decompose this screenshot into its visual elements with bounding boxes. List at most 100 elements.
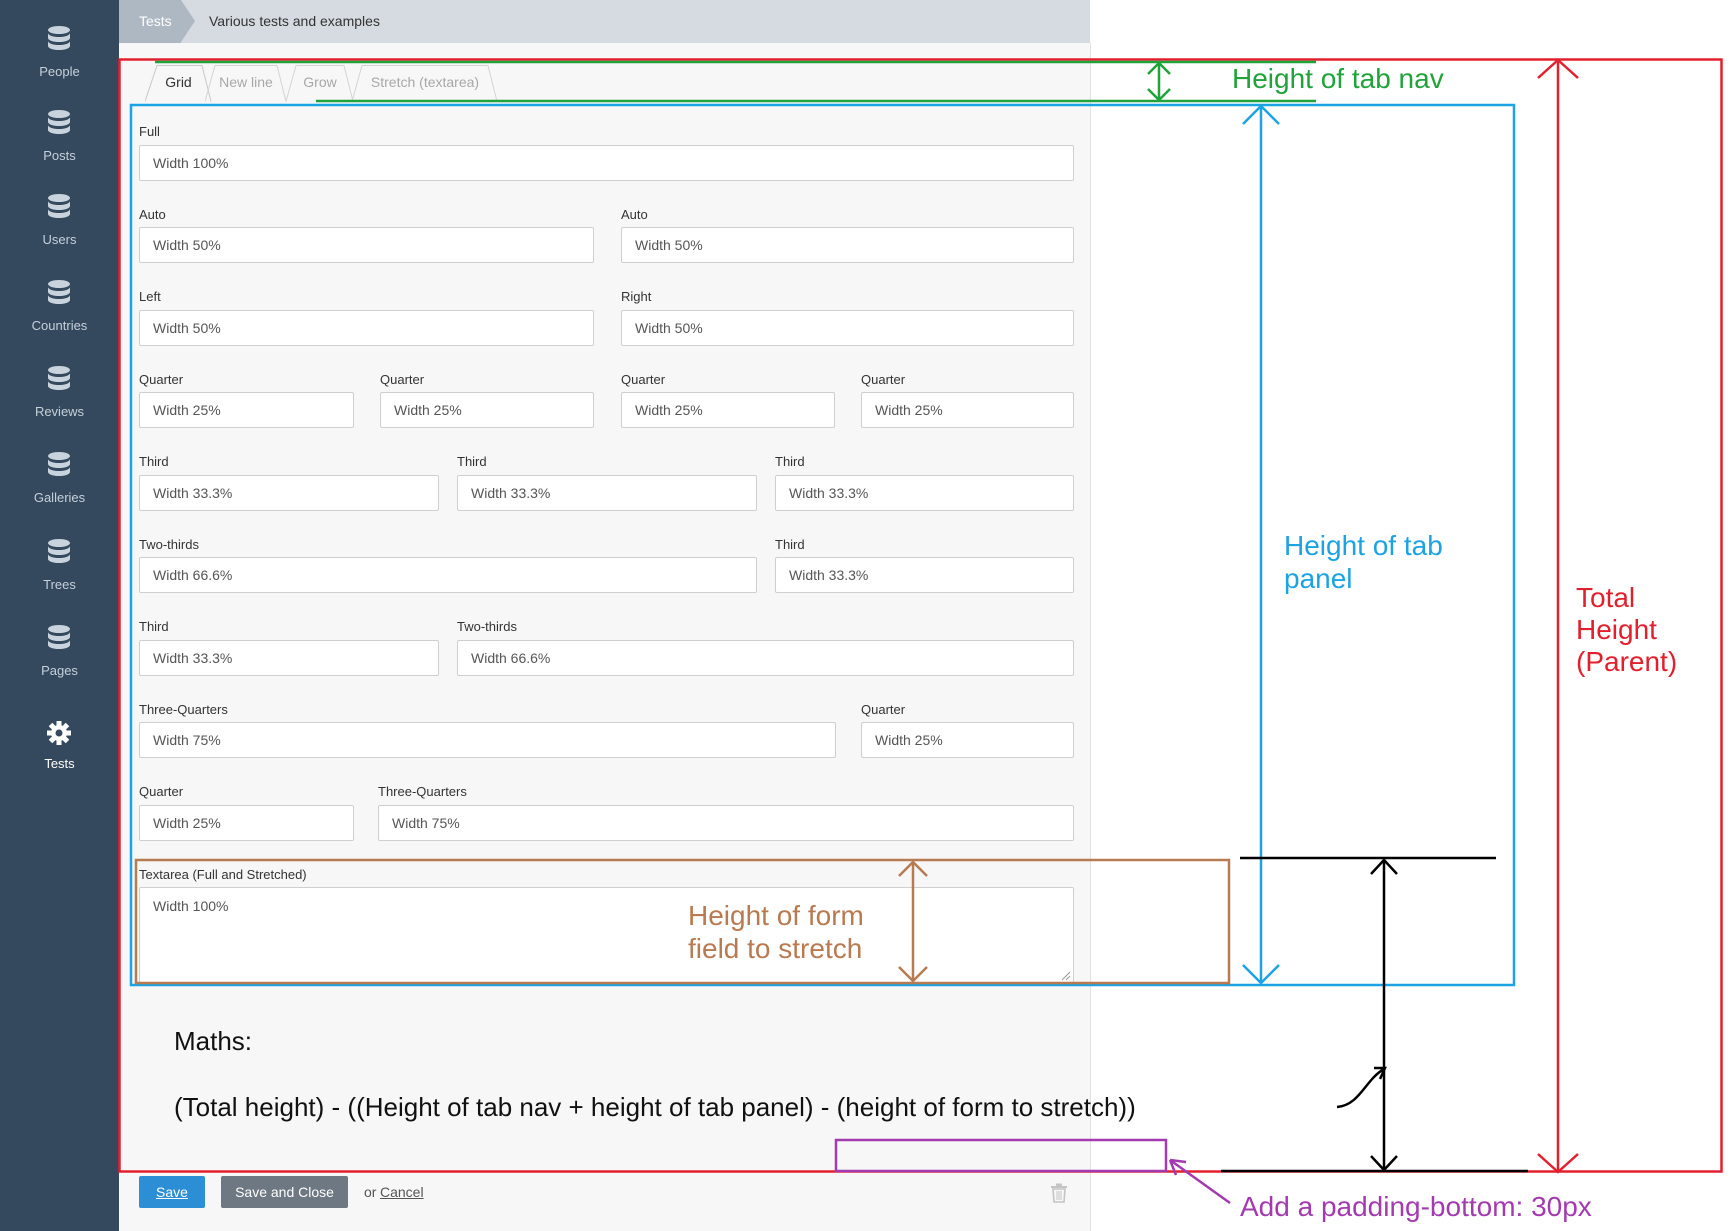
field-label: Left xyxy=(139,289,161,304)
database-icon xyxy=(48,539,70,563)
sidebar-item-posts[interactable]: Posts xyxy=(0,108,119,194)
third-input-3[interactable] xyxy=(775,475,1074,511)
third-input-5[interactable] xyxy=(139,640,439,676)
third-input-4[interactable] xyxy=(775,557,1074,593)
database-icon xyxy=(48,26,70,50)
field-label: Third xyxy=(457,454,487,469)
field-label: Third xyxy=(775,454,805,469)
divider xyxy=(1090,43,1091,1231)
third-input-1[interactable] xyxy=(139,475,439,511)
field-label: Third xyxy=(775,537,805,552)
sidebar: People Posts Users Countries Reviews Gal… xyxy=(0,0,119,1231)
or-text: or xyxy=(364,1184,377,1200)
tab-new-line[interactable]: New line xyxy=(205,64,287,102)
sidebar-item-tests[interactable]: Tests xyxy=(0,716,119,802)
tab-grid[interactable]: Grid xyxy=(145,64,212,102)
field-label: Quarter xyxy=(621,372,666,387)
field-label: Right xyxy=(621,289,652,304)
field-label: Auto xyxy=(621,207,648,222)
tab-panel-annotation-line1: Height of tab xyxy=(1284,530,1443,561)
left-input[interactable] xyxy=(139,310,594,346)
field-label: Two-thirds xyxy=(457,619,517,634)
trash-icon[interactable] xyxy=(1050,1183,1068,1203)
database-icon xyxy=(48,194,70,218)
sidebar-item-label: Tests xyxy=(44,756,75,771)
field-label: Quarter xyxy=(861,702,906,717)
two-thirds-input-2[interactable] xyxy=(457,640,1074,676)
sidebar-item-galleries[interactable]: Galleries xyxy=(0,450,119,536)
resize-handle-icon[interactable] xyxy=(1061,971,1071,981)
sidebar-item-pages[interactable]: Pages xyxy=(0,623,119,709)
database-icon xyxy=(48,280,70,304)
sidebar-item-label: Pages xyxy=(41,663,78,678)
form-field-annotation-line2: field to stretch xyxy=(688,933,863,964)
form-field-annotation-line1: Height of form xyxy=(688,900,864,931)
breadcrumb-item-current: Various tests and examples xyxy=(209,13,380,29)
database-icon xyxy=(48,110,70,134)
tab-grow[interactable]: Grow xyxy=(286,64,354,102)
sidebar-item-trees[interactable]: Trees xyxy=(0,537,119,623)
sidebar-item-label: Users xyxy=(42,232,77,247)
quarter-input-6[interactable] xyxy=(139,805,354,841)
form-area xyxy=(119,43,1090,1231)
quarter-input-1[interactable] xyxy=(139,392,354,428)
padding-pointer xyxy=(1169,1158,1231,1205)
database-icon xyxy=(48,366,70,390)
cancel-link[interactable]: Cancel xyxy=(380,1184,424,1200)
three-quarters-input-2[interactable] xyxy=(378,805,1074,841)
field-label: Third xyxy=(139,619,169,634)
tab-label: New line xyxy=(219,74,273,90)
sidebar-item-users[interactable]: Users xyxy=(0,192,119,278)
quarter-input-4[interactable] xyxy=(861,392,1074,428)
field-label: Third xyxy=(139,454,169,469)
total-annotation-line1: Total xyxy=(1576,582,1636,613)
sidebar-item-label: Trees xyxy=(43,577,76,592)
stretched-textarea[interactable]: Width 100% xyxy=(139,887,1074,983)
full-width-input[interactable] xyxy=(139,145,1074,181)
field-label: Two-thirds xyxy=(139,537,199,552)
quarter-input-5[interactable] xyxy=(861,722,1074,758)
sidebar-item-label: People xyxy=(39,64,80,79)
maths-formula: (Total height) - ((Height of tab nav + h… xyxy=(174,1092,1136,1122)
sidebar-item-label: Countries xyxy=(31,318,88,333)
database-icon xyxy=(48,452,70,476)
field-label: Three-Quarters xyxy=(139,702,228,717)
breadcrumb-item-tests[interactable]: Tests xyxy=(119,0,181,43)
field-label: Three-Quarters xyxy=(378,784,467,799)
auto-input-1[interactable] xyxy=(139,227,594,263)
two-thirds-input-1[interactable] xyxy=(139,557,757,593)
sidebar-item-countries[interactable]: Countries xyxy=(0,278,119,364)
field-label: Quarter xyxy=(861,372,906,387)
save-button[interactable]: Save xyxy=(139,1176,205,1208)
right-input[interactable] xyxy=(621,310,1074,346)
tab-label: Stretch (textarea) xyxy=(370,74,480,90)
quarter-input-2[interactable] xyxy=(380,392,594,428)
padding-annotation: Add a padding-bottom: 30px xyxy=(1240,1191,1592,1222)
sidebar-item-label: Posts xyxy=(43,148,76,163)
gear-icon xyxy=(47,721,71,745)
formula-pointer xyxy=(1336,1067,1385,1109)
auto-input-2[interactable] xyxy=(621,227,1074,263)
tab-panel-annotation-line2: panel xyxy=(1284,563,1353,594)
tab-label: Grid xyxy=(165,74,192,90)
sidebar-item-label: Galleries xyxy=(33,490,86,505)
maths-title: Maths: xyxy=(174,1026,253,1056)
third-input-2[interactable] xyxy=(457,475,757,511)
field-label: Textarea (Full and Stretched) xyxy=(139,867,307,882)
three-quarters-input-1[interactable] xyxy=(139,722,836,758)
field-label: Quarter xyxy=(139,372,184,387)
quarter-input-3[interactable] xyxy=(621,392,835,428)
breadcrumb-separator xyxy=(181,0,195,42)
tab-stretch[interactable]: Stretch (textarea) xyxy=(352,64,498,102)
total-annotation-line3: (Parent) xyxy=(1576,646,1678,677)
sidebar-item-people[interactable]: People xyxy=(0,24,119,110)
field-label: Quarter xyxy=(380,372,425,387)
field-label: Quarter xyxy=(139,784,184,799)
breadcrumb: Tests Various tests and examples xyxy=(119,0,1090,43)
total-annotation-line2: Height xyxy=(1576,614,1657,645)
sidebar-item-reviews[interactable]: Reviews xyxy=(0,364,119,450)
save-and-close-button[interactable]: Save and Close xyxy=(221,1176,348,1208)
tab-label: Grow xyxy=(303,74,337,90)
sidebar-item-label: Reviews xyxy=(34,404,85,419)
tab-nav-annotation: Height of tab nav xyxy=(1232,63,1444,94)
